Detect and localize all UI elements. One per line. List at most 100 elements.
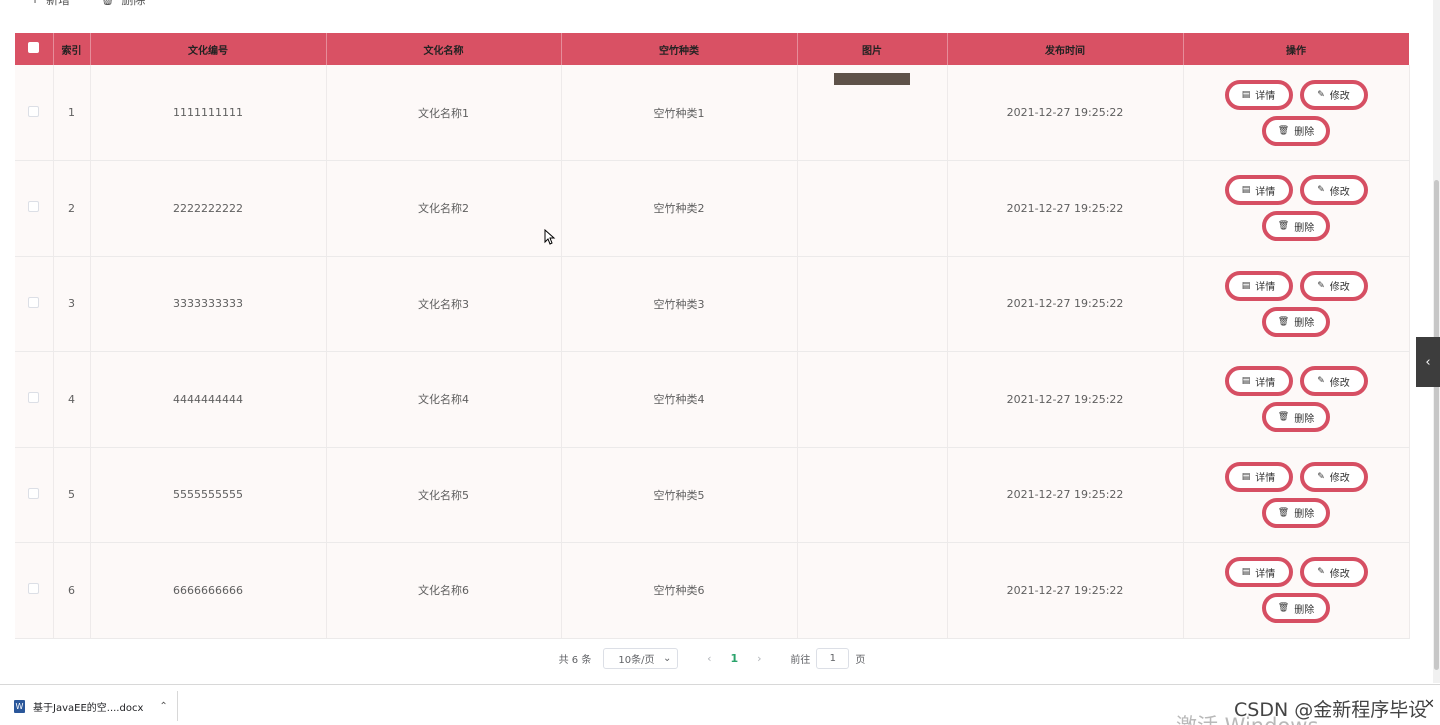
detail-button[interactable]: ▤ 详情 (1224, 79, 1293, 110)
row-name: 文化名称4 (326, 351, 562, 448)
row-checkbox[interactable] (28, 392, 40, 404)
row-image (797, 65, 948, 161)
detail-button[interactable]: ▤ 详情 (1224, 270, 1293, 301)
pencil-icon: ✎ (1317, 567, 1325, 578)
row-time: 2021-12-27 19:25:22 (947, 65, 1184, 161)
trash-icon: 🗑 (1277, 221, 1290, 232)
delete-button-label: 删除 (1294, 222, 1315, 234)
row-code: 4444444444 (90, 351, 327, 448)
table-row: 4 4444444444 文化名称4 空竹种类4 2021-12-27 19:25:22… (15, 351, 1410, 448)
page-size-select[interactable]: 10条/页 ⌄ (603, 648, 679, 669)
chevron-up-icon[interactable]: ⌃ (159, 701, 167, 712)
row-checkbox[interactable] (28, 105, 40, 117)
row-select-cell (15, 542, 54, 639)
header-kind[interactable]: 空竹种类 (561, 33, 798, 65)
row-index: 1 (53, 65, 91, 161)
pencil-icon: ✎ (1317, 471, 1325, 482)
header-image[interactable]: 图片 (797, 33, 948, 65)
delete-button[interactable]: 🗑 删除 (1262, 115, 1330, 146)
select-all-checkbox[interactable] (28, 42, 40, 53)
row-image (797, 256, 948, 352)
delete-button[interactable]: 🗑 删除 (1262, 593, 1330, 624)
row-image (797, 447, 948, 543)
header-code[interactable]: 文化编号 (90, 33, 327, 65)
row-actions: ▤ 详情 ✎ 修改 🗑 删除 (1183, 65, 1410, 161)
row-kind: 空竹种类4 (561, 351, 798, 448)
trash-icon: 🗑 (1277, 412, 1290, 423)
row-kind: 空竹种类5 (561, 447, 798, 543)
row-select-cell (15, 447, 54, 543)
download-item[interactable]: W 基于JavaEE的空....docx ⌃ (8, 691, 178, 721)
edit-button[interactable]: ✎ 修改 (1299, 175, 1368, 206)
detail-button-label: 详情 (1255, 473, 1276, 485)
row-actions: ▤ 详情 ✎ 修改 🗑 删除 (1183, 351, 1410, 448)
edit-button[interactable]: ✎ 修改 (1299, 79, 1368, 110)
page-number-current[interactable]: 1 (722, 652, 746, 665)
side-drawer-toggle[interactable]: ‹ (1416, 337, 1440, 387)
row-checkbox[interactable] (28, 487, 40, 499)
row-select-cell (15, 256, 54, 352)
delete-button-label: 删除 (1294, 127, 1315, 138)
table-header-row: 索引 文化编号 文化名称 空竹种类 图片 发布时间 操作 (15, 33, 1410, 65)
detail-button[interactable]: ▤ 详情 (1224, 461, 1293, 492)
row-image (797, 160, 948, 257)
add-button-label: 新增 (46, 0, 70, 8)
close-icon[interactable]: ✕ (1424, 697, 1435, 712)
row-select-cell (15, 351, 54, 448)
page-size-value: 10条/页 (618, 655, 655, 666)
goto-prefix: 前往 (790, 655, 811, 666)
header-index[interactable]: 索引 (53, 33, 91, 65)
pagination: 共 6 条 10条/页 ⌄ ‹ 1 › 前往 页 (0, 648, 1424, 669)
detail-button[interactable]: ▤ 详情 (1224, 175, 1293, 206)
row-index: 6 (53, 542, 91, 639)
row-actions: ▤ 详情 ✎ 修改 🗑 删除 (1183, 256, 1410, 352)
next-page-icon[interactable]: › (746, 652, 772, 665)
row-time: 2021-12-27 19:25:22 (947, 447, 1184, 543)
delete-button[interactable]: 🗑 删除 (1262, 497, 1330, 528)
detail-button-label: 详情 (1255, 568, 1276, 580)
delete-button[interactable]: 🗑 删除 (1262, 306, 1330, 337)
pencil-icon: ✎ (1317, 280, 1325, 291)
row-kind: 空竹种类3 (561, 256, 798, 352)
scrollbar-thumb[interactable] (1434, 180, 1439, 670)
row-kind: 空竹种类1 (561, 65, 798, 161)
edit-button[interactable]: ✎ 修改 (1299, 366, 1368, 397)
edit-button-label: 修改 (1329, 377, 1350, 389)
row-checkbox[interactable] (28, 296, 40, 308)
row-kind: 空竹种类2 (561, 160, 798, 257)
header-name[interactable]: 文化名称 (326, 33, 562, 65)
batch-delete-button-label: 删除 (121, 0, 145, 8)
trash-icon: 🗑 (100, 0, 115, 6)
edit-button[interactable]: ✎ 修改 (1299, 270, 1368, 301)
csdn-watermark: CSDN @金新程序毕设 (1234, 699, 1428, 721)
row-index: 4 (53, 351, 91, 448)
row-actions: ▤ 详情 ✎ 修改 🗑 删除 (1183, 447, 1410, 543)
row-checkbox[interactable] (28, 583, 40, 595)
trash-icon: 🗑 (1277, 603, 1290, 614)
row-select-cell (15, 160, 54, 257)
row-index: 5 (53, 447, 91, 543)
prev-page-icon[interactable]: ‹ (696, 652, 722, 665)
edit-button[interactable]: ✎ 修改 (1299, 557, 1368, 588)
delete-button-label: 删除 (1294, 509, 1315, 521)
row-name: 文化名称5 (326, 447, 562, 543)
edit-button[interactable]: ✎ 修改 (1299, 461, 1368, 492)
row-checkbox[interactable] (28, 201, 40, 213)
delete-button[interactable]: 🗑 删除 (1262, 211, 1330, 242)
document-icon: ▤ (1241, 89, 1251, 100)
delete-button[interactable]: 🗑 删除 (1262, 402, 1330, 433)
header-time[interactable]: 发布时间 (947, 33, 1184, 65)
row-code: 1111111111 (90, 65, 327, 161)
goto-page-input[interactable] (816, 648, 850, 669)
add-button[interactable]: + 新增 (30, 0, 70, 7)
row-time: 2021-12-27 19:25:22 (947, 256, 1184, 352)
row-thumbnail[interactable] (834, 72, 910, 85)
batch-delete-button[interactable]: 🗑 删除 (100, 0, 145, 7)
chevron-down-icon: ⌄ (662, 653, 672, 664)
detail-button[interactable]: ▤ 详情 (1224, 557, 1293, 588)
edit-button-label: 修改 (1329, 568, 1350, 580)
detail-button[interactable]: ▤ 详情 (1224, 366, 1293, 397)
document-icon: ▤ (1241, 471, 1251, 482)
row-time: 2021-12-27 19:25:22 (947, 542, 1184, 639)
delete-button-label: 删除 (1294, 604, 1315, 616)
